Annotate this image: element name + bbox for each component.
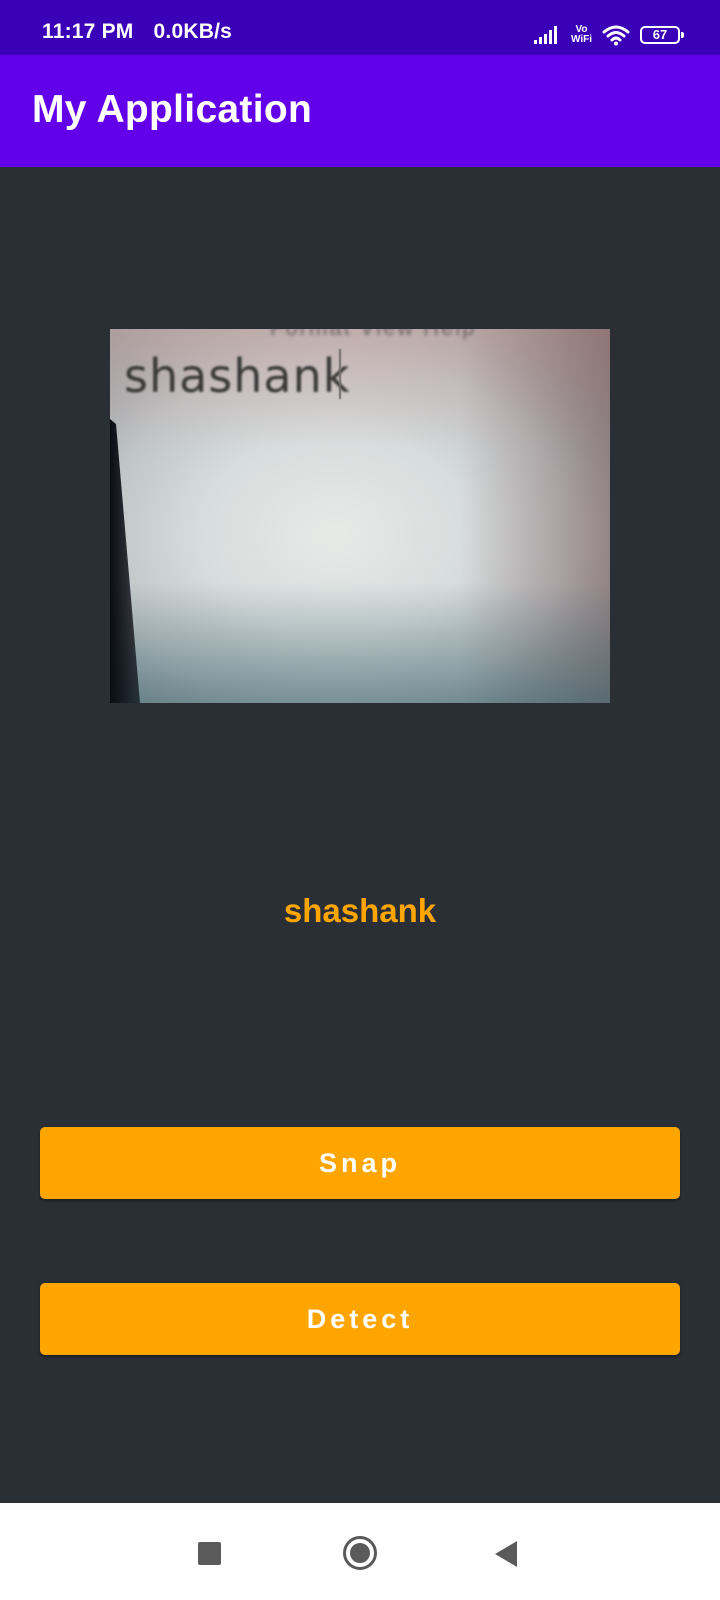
- battery-level: 67: [652, 27, 668, 42]
- wifi-icon: [602, 25, 630, 46]
- status-left: 11:17 PM 0.0KB/s: [42, 20, 246, 44]
- photo-menu-ghost: Format View Help: [270, 329, 476, 341]
- battery-icon: 67: [640, 26, 684, 44]
- app-bar: My Application: [0, 55, 720, 167]
- snap-button[interactable]: Snap: [40, 1127, 680, 1199]
- captured-image: Format View Help shashank: [110, 329, 610, 703]
- photo-text-cursor: [339, 349, 341, 399]
- app-title: My Application: [32, 88, 313, 131]
- detected-text: shashank: [283, 892, 437, 929]
- photo-captured-text: shashank: [124, 349, 351, 403]
- back-icon[interactable]: [493, 1539, 519, 1569]
- detect-button[interactable]: Detect: [40, 1283, 680, 1355]
- status-bar: 11:17 PM 0.0KB/s Vo WiFi 67: [0, 0, 720, 55]
- vowifi-icon: Vo WiFi: [571, 25, 592, 45]
- navigation-bar: [0, 1503, 720, 1600]
- status-icons: Vo WiFi 67: [533, 20, 684, 50]
- home-icon[interactable]: [342, 1535, 378, 1571]
- vowifi-bottom: WiFi: [570, 34, 592, 45]
- signal-icon: [533, 26, 557, 44]
- network-speed: 0.0KB/s: [153, 20, 232, 43]
- status-time: 11:17 PM: [42, 20, 134, 43]
- recents-icon[interactable]: [198, 1542, 221, 1565]
